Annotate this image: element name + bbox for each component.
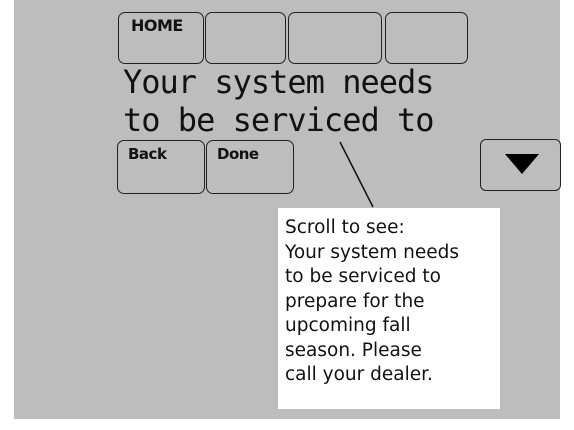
callout-line: Scroll to see: [285,217,405,238]
scroll-callout: Scroll to see: Your system needs to be s… [278,208,500,409]
callout-line: Your system needs [285,241,460,263]
callout-line: season. Please [285,339,422,361]
callout-line: prepare for the [285,290,425,312]
callout-line: upcoming fall [285,315,411,336]
callout-line: call your dealer. [285,364,433,385]
callout-line: to be serviced to [285,266,441,287]
